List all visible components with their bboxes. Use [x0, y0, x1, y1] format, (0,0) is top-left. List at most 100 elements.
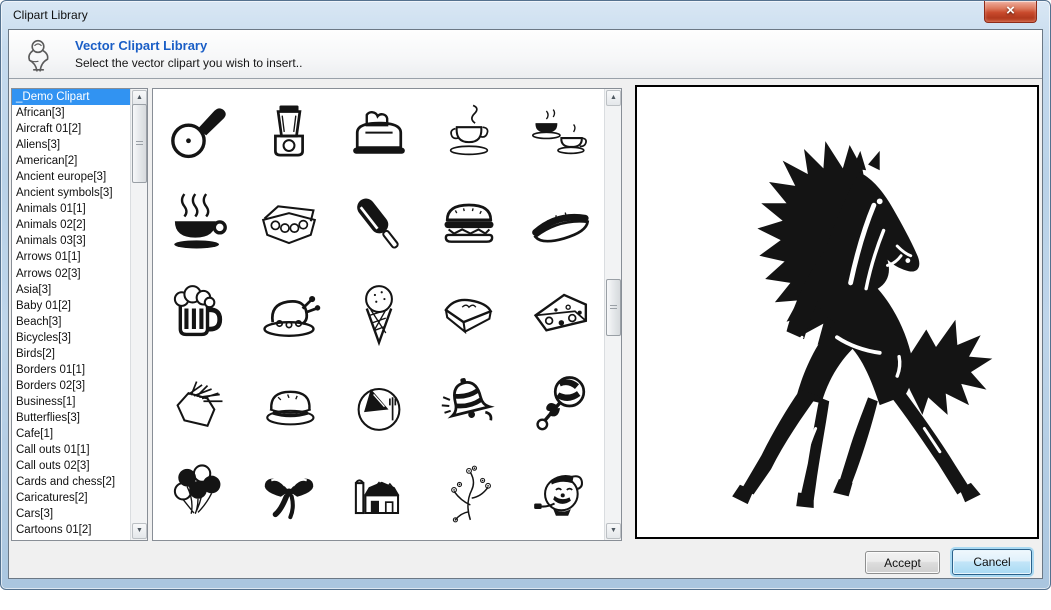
clipart-thumb-sandwich-plate-fork[interactable] — [334, 359, 424, 449]
clipart-thumb-ribbon-bow[interactable] — [243, 449, 333, 539]
grid-scrollbar[interactable]: ▲ ▼ — [604, 89, 621, 540]
hamburger-icon — [435, 190, 503, 258]
category-item[interactable]: Cartoons 01[2] — [12, 522, 131, 538]
grid-scrollbar-thumb[interactable] — [606, 279, 621, 336]
clipart-thumb-hamburger[interactable] — [424, 179, 514, 269]
pie-slice-icon — [435, 280, 503, 348]
barn-icon — [345, 460, 413, 528]
fancy-coffee-cup-icon — [435, 100, 503, 168]
close-button[interactable]: × — [984, 1, 1037, 23]
category-item[interactable]: Borders 01[1] — [12, 362, 131, 378]
hot-dog-icon — [526, 190, 594, 258]
category-item[interactable]: Cafe[1] — [12, 426, 131, 442]
category-item[interactable]: Ancient europe[3] — [12, 169, 131, 185]
swiss-cheese-wedge-icon — [526, 280, 594, 348]
category-list: _Demo ClipartAfrican[3]Aircraft 01[2]Ali… — [11, 88, 148, 541]
ringing-bell-icon — [435, 370, 503, 438]
clipart-thumb-french-fries[interactable] — [153, 359, 243, 449]
category-item[interactable]: Birds[2] — [12, 346, 131, 362]
cancel-button[interactable]: Cancel — [952, 549, 1032, 575]
clipart-thumb-burger-on-plate[interactable] — [243, 359, 333, 449]
two-coffee-cups-icon — [526, 100, 594, 168]
category-item[interactable]: Animals 03[3] — [12, 233, 131, 249]
window-title: Clipart Library — [13, 8, 88, 22]
category-item[interactable]: Aliens[3] — [12, 137, 131, 153]
category-item[interactable]: African[3] — [12, 105, 131, 121]
titlebar[interactable]: Clipart Library × — [1, 1, 1050, 28]
category-item[interactable]: _Demo Clipart — [12, 89, 131, 105]
egg-carton-icon — [255, 190, 323, 258]
clipart-thumb-hot-dog[interactable] — [515, 179, 605, 269]
clipart-thumb-flower-branch[interactable] — [424, 449, 514, 539]
category-item[interactable]: Cars[3] — [12, 506, 131, 522]
category-item[interactable]: Borders 02[3] — [12, 378, 131, 394]
category-item[interactable]: Call outs 02[3] — [12, 458, 131, 474]
clipart-thumb-swiss-cheese-wedge[interactable] — [515, 269, 605, 359]
clown-with-pipe-icon — [526, 460, 594, 528]
category-item[interactable]: Cards and chess[2] — [12, 474, 131, 490]
mustang-horse-icon — [672, 108, 1002, 516]
clipart-thumb-steaming-coffee-mug[interactable] — [153, 179, 243, 269]
clipart-thumb-pizza-cutter[interactable] — [153, 89, 243, 179]
clipart-thumb-clown-with-pipe[interactable] — [515, 449, 605, 539]
category-item[interactable]: Aircraft 01[2] — [12, 121, 131, 137]
clipart-thumb-ringing-bell[interactable] — [424, 359, 514, 449]
scroll-down-icon[interactable]: ▼ — [606, 523, 621, 539]
category-item[interactable]: Arrows 02[3] — [12, 266, 131, 282]
page-title: Vector Clipart Library — [75, 38, 207, 53]
beer-mug-icon — [164, 280, 232, 348]
toaster-icon — [345, 100, 413, 168]
clipart-grid: ▲ ▼ — [152, 88, 622, 541]
accept-button[interactable]: Accept — [865, 551, 940, 574]
ice-cream-cone-icon — [345, 280, 413, 348]
clipart-thumb-corn-dog[interactable] — [334, 179, 424, 269]
page-subtitle: Select the vector clipart you wish to in… — [75, 56, 302, 70]
category-item[interactable]: American[2] — [12, 153, 131, 169]
steaming-coffee-mug-icon — [164, 190, 232, 258]
clipart-thumb-beer-mug[interactable] — [153, 269, 243, 359]
category-item[interactable]: Animals 02[2] — [12, 217, 131, 233]
category-item[interactable]: Animals 01[1] — [12, 201, 131, 217]
close-icon: × — [1006, 2, 1015, 19]
clipart-doodle-icon — [22, 37, 54, 78]
category-item[interactable]: Ancient symbols[3] — [12, 185, 131, 201]
dialog-client-area: Vector Clipart Library Select the vector… — [8, 29, 1043, 579]
category-item[interactable]: Beach[3] — [12, 314, 131, 330]
category-item[interactable]: Caricatures[2] — [12, 490, 131, 506]
flower-branch-icon — [435, 460, 503, 528]
category-item[interactable]: Call outs 01[1] — [12, 442, 131, 458]
category-item[interactable]: Arrows 01[1] — [12, 249, 131, 265]
clipart-thumb-baby-rattle[interactable] — [515, 359, 605, 449]
category-item[interactable]: Butterflies[3] — [12, 410, 131, 426]
clipart-thumb-pie-slice[interactable] — [424, 269, 514, 359]
clipart-library-window: Clipart Library × — [0, 0, 1051, 590]
category-item[interactable]: Bicycles[3] — [12, 330, 131, 346]
balloon-bunch-icon — [164, 460, 232, 528]
scroll-up-icon[interactable]: ▲ — [606, 90, 621, 106]
clipart-thumb-blender[interactable] — [243, 89, 333, 179]
baby-rattle-icon — [526, 370, 594, 438]
burger-on-plate-icon — [255, 370, 323, 438]
pizza-cutter-icon — [164, 100, 232, 168]
clipart-thumb-egg-carton[interactable] — [243, 179, 333, 269]
clipart-thumb-ice-cream-cone[interactable] — [334, 269, 424, 359]
blender-icon — [255, 100, 323, 168]
roast-turkey-platter-icon — [255, 280, 323, 348]
clipart-thumb-toaster[interactable] — [334, 89, 424, 179]
french-fries-icon — [164, 370, 232, 438]
clipart-thumb-fancy-coffee-cup[interactable] — [424, 89, 514, 179]
screenshot-canvas: Clipart Library × — [0, 0, 1051, 610]
clipart-thumb-balloon-bunch[interactable] — [153, 449, 243, 539]
corn-dog-icon — [345, 190, 413, 258]
category-item[interactable]: Business[1] — [12, 394, 131, 410]
category-item[interactable]: Baby 01[2] — [12, 298, 131, 314]
category-item[interactable]: Asia[3] — [12, 282, 131, 298]
sandwich-plate-fork-icon — [345, 370, 413, 438]
scroll-down-icon[interactable]: ▼ — [132, 523, 147, 539]
category-scrollbar[interactable]: ▲ ▼ — [130, 89, 147, 540]
clipart-thumb-barn[interactable] — [334, 449, 424, 539]
category-scrollbar-thumb[interactable] — [132, 104, 147, 183]
clipart-thumb-two-coffee-cups[interactable] — [515, 89, 605, 179]
header-panel: Vector Clipart Library Select the vector… — [9, 30, 1042, 79]
clipart-thumb-roast-turkey-platter[interactable] — [243, 269, 333, 359]
